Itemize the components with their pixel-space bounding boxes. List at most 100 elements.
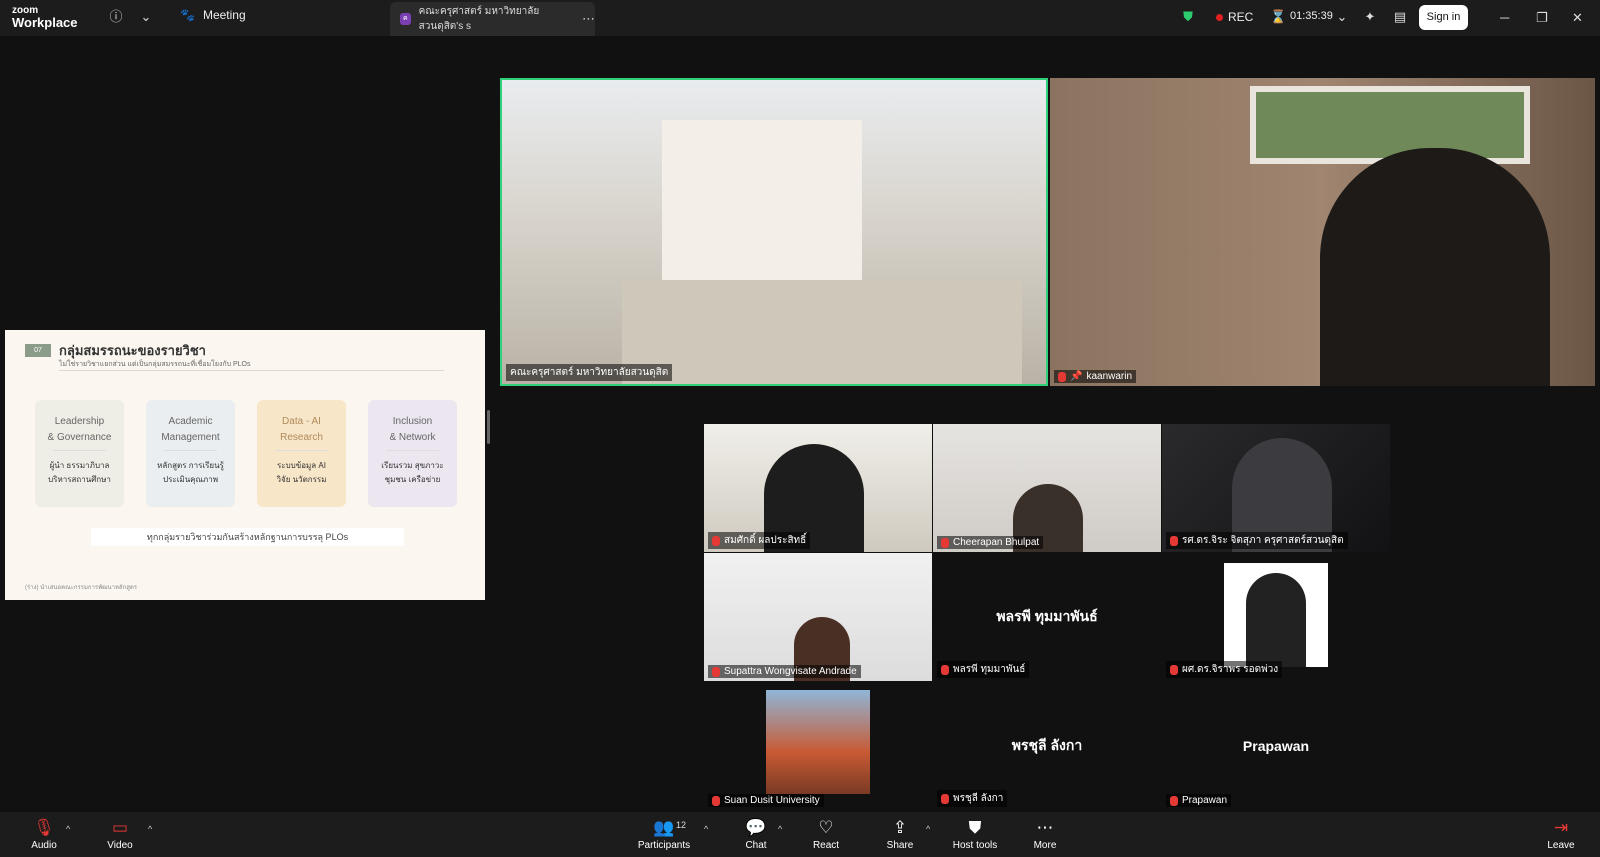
video-tile-off[interactable]: พลรพี ทุมมาพันธ์ พลรพี ทุมมาพันธ์ bbox=[933, 553, 1161, 681]
timer-chevron-icon[interactable]: ⌄ bbox=[1334, 9, 1350, 25]
shield-icon[interactable]: ⛊ bbox=[1180, 9, 1196, 25]
video-label: Video bbox=[107, 840, 133, 851]
meeting-tab[interactable]: 🐾 Meeting bbox=[180, 8, 246, 22]
participant-name: คณะครุศาสตร์ มหาวิทยาลัยสวนดุสิต bbox=[510, 367, 669, 378]
slide-bottom-note: ทุกกลุ่มรายวิชาร่วมกันสร้างหลักฐานการบรร… bbox=[91, 528, 404, 546]
audio-button[interactable]: 🎙 Audio bbox=[28, 818, 60, 851]
participants-caret-icon[interactable]: ^ bbox=[704, 824, 708, 834]
slide-footer: (ร่าง) นำเสนอคณะกรรมการพัฒนาหลักสูตร bbox=[25, 585, 138, 591]
mic-off-icon bbox=[1170, 795, 1178, 806]
react-button[interactable]: ♡ React bbox=[810, 818, 842, 851]
host-tools-label: Host tools bbox=[952, 840, 998, 851]
share-button[interactable]: ⇪ Share bbox=[884, 818, 916, 851]
zoom-logo: zoom Workplace bbox=[12, 6, 78, 30]
video-tile-active-speaker[interactable]: คณะครุศาสตร์ มหาวิทยาลัยสวนดุสิต bbox=[500, 78, 1048, 386]
video-tile-off[interactable]: พรชุลี ลังกา พรชุลี ลังกา bbox=[933, 682, 1161, 810]
active-meeting-tab[interactable]: ค คณะครุศาสตร์ มหาวิทยาลัยสวนดุสิต's s ⋯ bbox=[390, 2, 595, 36]
card-divider bbox=[385, 450, 440, 451]
mic-off-icon bbox=[712, 795, 720, 806]
slide-title: กลุ่มสมรรถนะของรายวิชา bbox=[59, 343, 206, 358]
split-handle[interactable] bbox=[487, 410, 490, 444]
video-tile[interactable]: สมศักดิ์ ผลประสิทธิ์ bbox=[704, 424, 932, 552]
card-heading: Leadership bbox=[54, 416, 105, 427]
minimize-icon[interactable]: ─ bbox=[1500, 10, 1509, 25]
mic-off-icon bbox=[712, 666, 720, 677]
more-icon: ⋯ bbox=[1036, 818, 1054, 837]
video-off-icon: ▭ bbox=[111, 818, 129, 837]
heart-icon: ♡ bbox=[818, 818, 834, 837]
leave-button[interactable]: ⇥ Leave bbox=[1546, 818, 1576, 851]
card-body: วิจัย นวัตกรรม bbox=[276, 475, 327, 484]
audio-label: Audio bbox=[31, 840, 57, 851]
competency-card: Leadership & Governance ผู้นำ ธรรมาภิบาล… bbox=[35, 400, 124, 507]
rec-label: REC bbox=[1228, 10, 1254, 24]
chat-label: Chat bbox=[745, 840, 767, 851]
info-icon[interactable]: ⓘ bbox=[108, 9, 124, 25]
pin-icon: 📌 bbox=[1070, 371, 1083, 382]
participant-name: รศ.ดร.จิระ จิตสุภา ครุศาสตร์สวนดุสิต bbox=[1182, 535, 1344, 546]
chevron-down-icon[interactable]: ⌄ bbox=[138, 9, 154, 25]
participant-name: Supattra Wongvisate Andrade bbox=[724, 666, 857, 677]
participant-silhouette bbox=[1320, 148, 1550, 386]
video-tile[interactable]: รศ.ดร.จิระ จิตสุภา ครุศาสตร์สวนดุสิต bbox=[1162, 424, 1390, 552]
close-icon[interactable]: ✕ bbox=[1572, 10, 1583, 26]
participant-name-tag: Supattra Wongvisate Andrade bbox=[708, 665, 861, 678]
participant-name-tag: คณะครุศาสตร์ มหาวิทยาลัยสวนดุสิต bbox=[506, 364, 673, 381]
card-heading: Management bbox=[161, 432, 220, 443]
competency-card: Data - AI Research ระบบข้อมูล AI วิจัย น… bbox=[257, 400, 346, 507]
video-tile[interactable]: Cheerapan Bhulpat bbox=[933, 424, 1161, 552]
participants-count: 12 bbox=[676, 820, 687, 830]
competency-card: Inclusion & Network เรียนรวม สุขภาวะ ชุม… bbox=[368, 400, 457, 507]
card-heading: Data - AI bbox=[282, 416, 321, 427]
video-tile[interactable]: 📌 kaanwarin bbox=[1050, 78, 1595, 386]
participant-name: Suan Dusit University bbox=[724, 795, 820, 806]
meeting-stage: 07 กลุ่มสมรรถนะของรายวิชา ไม่ใช่รายวิชาแ… bbox=[0, 36, 1600, 812]
shared-slide[interactable]: 07 กลุ่มสมรรถนะของรายวิชา ไม่ใช่รายวิชาแ… bbox=[5, 330, 485, 600]
chat-button[interactable]: 💬 Chat bbox=[740, 818, 772, 851]
more-button[interactable]: ⋯ More bbox=[1030, 818, 1060, 851]
sign-in-button[interactable]: Sign in bbox=[1419, 5, 1468, 30]
meeting-timer: 01:35:39 bbox=[1290, 10, 1333, 22]
participant-name: Prapawan bbox=[1182, 795, 1228, 806]
avatar-silhouette bbox=[1246, 573, 1306, 667]
card-body: หลักสูตร การเรียนรู้ bbox=[157, 461, 224, 470]
participant-name: ผศ.ดร.จิราพร รอดพ่วง bbox=[1182, 664, 1279, 675]
video-tile[interactable]: Supattra Wongvisate Andrade bbox=[704, 553, 932, 681]
participants-label: Participants bbox=[637, 840, 691, 851]
more-options-icon[interactable]: ⋯ bbox=[582, 11, 595, 27]
participant-display-name: Prapawan bbox=[1242, 738, 1310, 754]
chat-caret-icon[interactable]: ^ bbox=[778, 824, 782, 834]
tab-badge-icon: ค bbox=[400, 13, 411, 25]
mic-muted-icon: 🎙 bbox=[33, 818, 55, 837]
mic-off-icon bbox=[941, 793, 949, 804]
card-divider bbox=[52, 450, 107, 451]
layout-icon[interactable]: ▤ bbox=[1392, 9, 1408, 25]
video-button[interactable]: ▭ Video bbox=[104, 818, 136, 851]
participant-name-tag: ผศ.ดร.จิราพร รอดพ่วง bbox=[1166, 661, 1283, 678]
chat-icon: 💬 bbox=[745, 818, 767, 837]
audio-caret-icon[interactable]: ^ bbox=[66, 824, 70, 834]
video-tile-off[interactable]: Prapawan Prapawan bbox=[1162, 682, 1390, 810]
video-caret-icon[interactable]: ^ bbox=[148, 824, 152, 834]
ai-companion-icon[interactable]: ✦ bbox=[1362, 9, 1378, 25]
card-body: ประเมินคุณภาพ bbox=[163, 475, 218, 484]
host-tools-button[interactable]: ⛊ Host tools bbox=[950, 818, 1000, 851]
participant-display-name: พรชุลี ลังกา bbox=[1011, 737, 1083, 753]
recording-indicator[interactable]: REC bbox=[1216, 10, 1253, 24]
video-tile-off[interactable]: Suan Dusit University bbox=[704, 682, 932, 810]
competency-card: Academic Management หลักสูตร การเรียนรู้… bbox=[146, 400, 235, 507]
card-body: ผู้นำ ธรรมาภิบาล bbox=[49, 461, 110, 470]
card-body: เรียนรวม สุขภาวะ bbox=[381, 461, 444, 470]
card-body: ชุมชน เครือข่าย bbox=[384, 475, 441, 484]
meeting-toolbar: 🎙 Audio ^ ▭ Video ^ 👥 Participants 12 ^ … bbox=[0, 812, 1600, 857]
card-heading: & Governance bbox=[47, 432, 112, 443]
restore-icon[interactable]: ❐ bbox=[1536, 10, 1548, 26]
video-tile-off[interactable]: ผศ.ดร.จิราพร รอดพ่วง bbox=[1162, 553, 1390, 681]
share-label: Share bbox=[886, 840, 914, 851]
card-heading: Inclusion bbox=[392, 416, 433, 427]
participant-name-tag: รศ.ดร.จิระ จิตสุภา ครุศาสตร์สวนดุสิต bbox=[1166, 532, 1348, 549]
active-tab-label: คณะครุศาสตร์ มหาวิทยาลัยสวนดุสิต's s bbox=[418, 6, 540, 32]
mic-off-icon bbox=[1058, 371, 1066, 382]
share-caret-icon[interactable]: ^ bbox=[926, 824, 930, 834]
mic-off-icon bbox=[712, 535, 720, 546]
